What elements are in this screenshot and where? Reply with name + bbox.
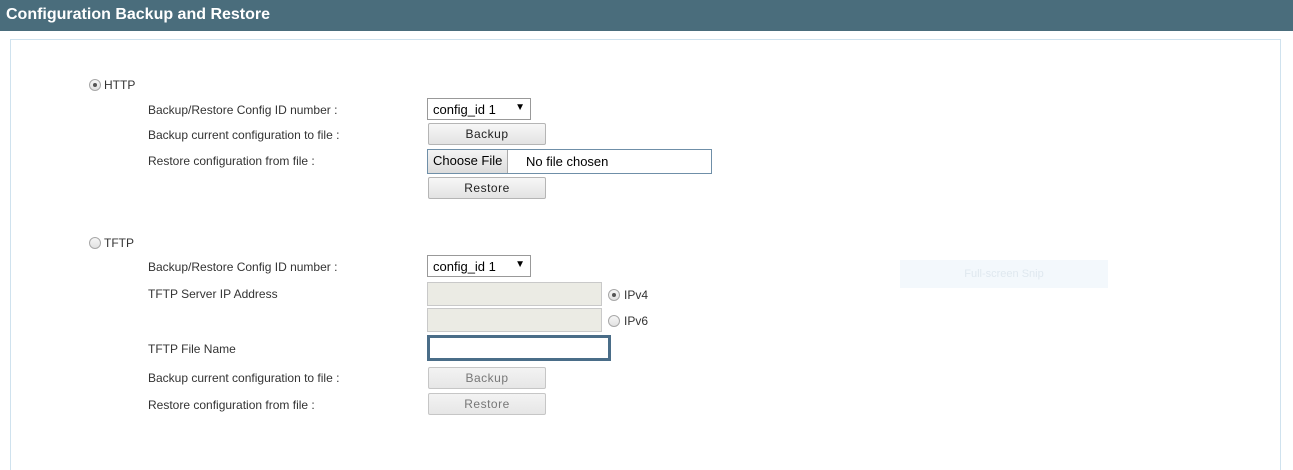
- full-screen-snip-overlay[interactable]: Full-screen Snip: [900, 260, 1108, 288]
- ipv6-radio[interactable]: [608, 315, 620, 327]
- ipv6-label: IPv6: [624, 314, 649, 328]
- tftp-restore-button[interactable]: Restore: [428, 393, 546, 415]
- tftp-restore-label: Restore configuration from file :: [148, 398, 315, 412]
- tftp-server-ip-label: TFTP Server IP Address: [148, 287, 278, 301]
- tftp-ipv4-input[interactable]: [427, 282, 602, 306]
- chevron-down-icon: ▼: [515, 259, 525, 270]
- http-backup-label: Backup current configuration to file :: [148, 128, 340, 142]
- page-title: Configuration Backup and Restore: [6, 6, 271, 23]
- http-config-id-label: Backup/Restore Config ID number :: [148, 103, 338, 117]
- tftp-config-id-value: config_id 1: [433, 259, 496, 274]
- tftp-label: TFTP: [104, 236, 134, 250]
- chevron-down-icon: ▼: [515, 102, 525, 113]
- http-file-input[interactable]: Choose File No file chosen: [427, 149, 712, 174]
- ipv4-radio[interactable]: [608, 289, 620, 301]
- http-radio[interactable]: [89, 79, 101, 91]
- tftp-config-id-label: Backup/Restore Config ID number :: [148, 260, 338, 274]
- ipv4-label: IPv4: [624, 288, 649, 302]
- http-config-id-value: config_id 1: [433, 102, 496, 117]
- tftp-backup-label: Backup current configuration to file :: [148, 371, 340, 385]
- http-config-id-select[interactable]: config_id 1 ▼: [427, 98, 531, 120]
- tftp-config-id-select[interactable]: config_id 1 ▼: [427, 255, 531, 277]
- http-label: HTTP: [104, 78, 136, 92]
- tftp-backup-button[interactable]: Backup: [428, 367, 546, 389]
- tftp-ipv6-input[interactable]: [427, 308, 602, 332]
- tftp-file-name-input[interactable]: [427, 335, 611, 361]
- page-header: Configuration Backup and Restore: [0, 0, 1293, 31]
- tftp-file-name-label: TFTP File Name: [148, 342, 236, 356]
- http-backup-button[interactable]: Backup: [428, 123, 546, 145]
- tftp-radio[interactable]: [89, 237, 101, 249]
- http-restore-button[interactable]: Restore: [428, 177, 546, 199]
- choose-file-button[interactable]: Choose File: [428, 150, 509, 173]
- file-status: No file chosen: [526, 154, 609, 169]
- http-restore-label: Restore configuration from file :: [148, 154, 315, 168]
